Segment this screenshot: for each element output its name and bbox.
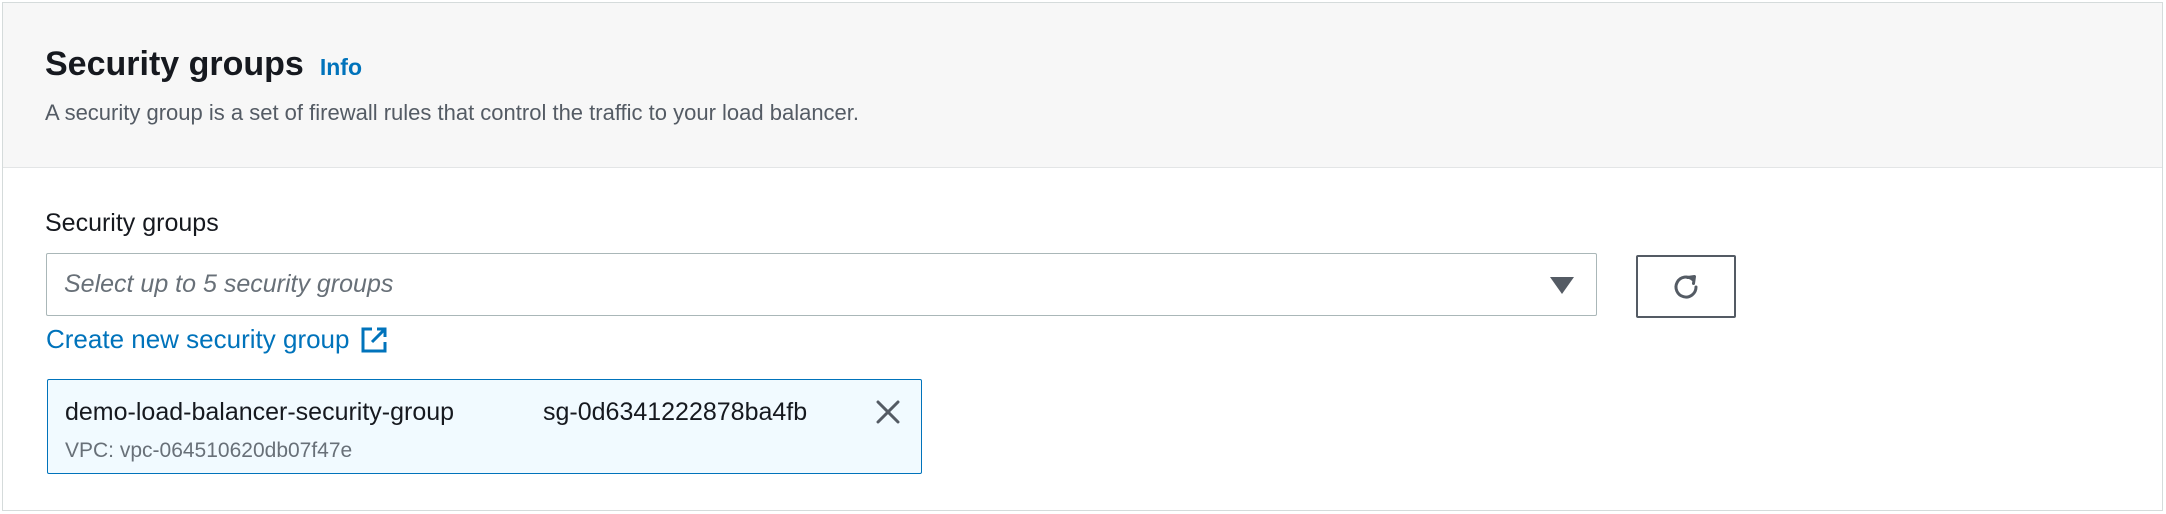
- create-security-group-link[interactable]: Create new security group: [46, 324, 389, 355]
- refresh-icon: [1674, 274, 1698, 299]
- panel-header: Security groups Info A security group is…: [3, 3, 2162, 168]
- caret-down-icon: [1550, 277, 1574, 294]
- close-icon: [876, 400, 900, 424]
- security-groups-field-label: Security groups: [45, 209, 219, 237]
- create-link-label: Create new security group: [46, 324, 350, 354]
- token-vpc-id: VPC: vpc-064510620db07f47e: [65, 439, 353, 462]
- token-group-name: demo-load-balancer-security-group: [65, 398, 455, 426]
- token-dismiss-button[interactable]: [870, 394, 906, 430]
- security-groups-panel: Security groups Info A security group is…: [2, 2, 2163, 511]
- refresh-button[interactable]: [1636, 255, 1736, 318]
- info-link[interactable]: Info: [320, 54, 362, 81]
- page-title: Security groups: [45, 45, 304, 83]
- select-placeholder: Select up to 5 security groups: [64, 270, 394, 298]
- header-description: A security group is a set of firewall ru…: [45, 100, 860, 125]
- external-link-icon: [359, 325, 389, 355]
- selected-security-group-token: demo-load-balancer-security-group sg-0d6…: [47, 379, 922, 474]
- token-group-id: sg-0d6341222878ba4fb: [543, 398, 808, 426]
- header-title-row: Security groups Info: [45, 45, 362, 84]
- security-groups-select[interactable]: Select up to 5 security groups: [46, 253, 1597, 316]
